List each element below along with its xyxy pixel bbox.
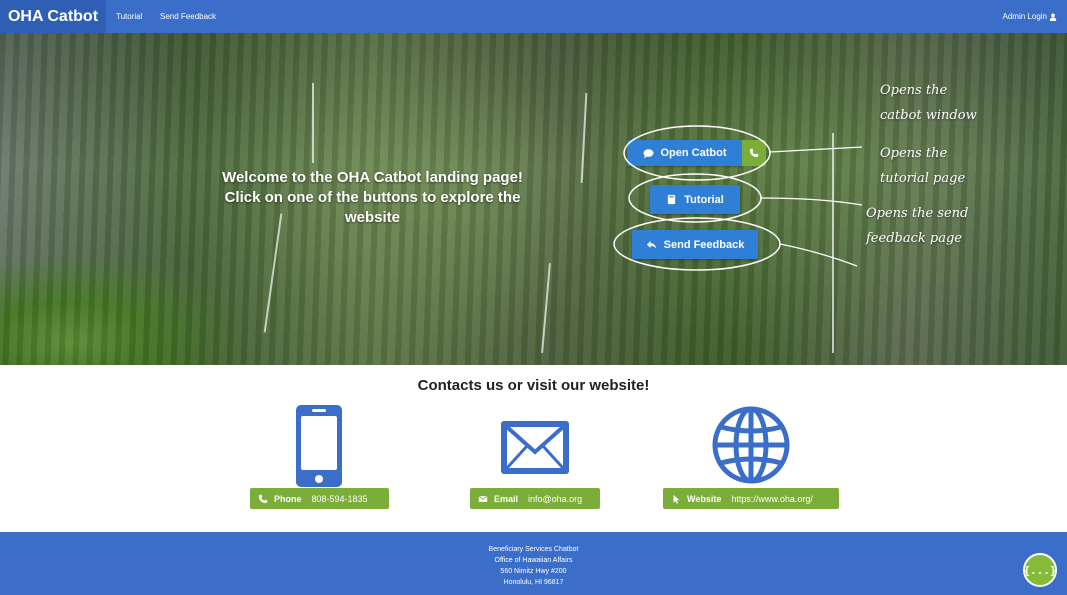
footer-line: Office of Hawaiian Affairs: [494, 557, 573, 564]
admin-login-link[interactable]: Admin Login: [1003, 0, 1057, 33]
waterfall-decoration: [263, 213, 283, 333]
waterfall-decoration: [580, 93, 588, 183]
send-feedback-button[interactable]: Send Feedback: [632, 230, 758, 259]
contact-label: Website: [687, 493, 722, 504]
contact-label: Email: [494, 493, 519, 504]
annotation-text: Opens the: [880, 83, 948, 98]
phone-icon: [296, 405, 342, 487]
chat-launcher-icon: {...}: [1023, 563, 1057, 577]
welcome-line: Welcome to the OHA Catbot landing page!: [222, 169, 523, 186]
book-icon: [668, 194, 676, 205]
contacts-heading: Contacts us or visit our website!: [417, 377, 650, 394]
envelope-icon: [478, 495, 488, 502]
open-catbot-button[interactable]: Open Catbot: [627, 140, 742, 166]
nav-link-send-feedback[interactable]: Send Feedback: [160, 0, 216, 33]
chat-launcher-button[interactable]: {...}: [1023, 553, 1057, 587]
footer-address: Beneficiary Services Chatbot Office of H…: [0, 544, 1067, 588]
annotation-feedback: Opens the send feedback page: [866, 201, 968, 251]
email-contact-button[interactable]: Email info@oha.org: [470, 488, 600, 509]
contact-value: https://www.oha.org/: [731, 493, 813, 504]
phone-contact-button[interactable]: Phone 808-594-1835: [250, 488, 389, 509]
brand-logo[interactable]: OHA Catbot: [0, 0, 106, 33]
nav-link-tutorial[interactable]: Tutorial: [116, 0, 142, 33]
phone-icon: [258, 494, 268, 503]
chat-bubble-icon: [642, 148, 654, 159]
tutorial-label: Tutorial: [684, 193, 724, 206]
welcome-line: Click on one of the buttons to explore t…: [224, 189, 521, 206]
annotation-text: Opens the send: [866, 206, 969, 221]
annotation-text: feedback page: [866, 231, 962, 246]
contact-value: 808-594-1835: [311, 493, 368, 504]
welcome-line: website: [344, 209, 401, 226]
navbar: OHA Catbot Tutorial Send Feedback Admin …: [0, 0, 1067, 33]
annotation-text: Opens the: [880, 146, 948, 161]
annotation-tutorial: Opens the tutorial page: [880, 141, 965, 191]
user-icon: [1049, 13, 1057, 21]
cursor-icon: [673, 494, 680, 504]
footer: Beneficiary Services Chatbot Office of H…: [0, 532, 1067, 595]
contact-label: Phone: [274, 493, 302, 504]
tutorial-button[interactable]: Tutorial: [650, 185, 740, 214]
footer-line: Beneficiary Services Chatbot: [488, 546, 579, 553]
website-contact-button[interactable]: Website https://www.oha.org/: [663, 488, 839, 509]
globe-icon: [712, 406, 790, 484]
open-catbot-label: Open Catbot: [660, 147, 727, 159]
welcome-message: Welcome to the OHA Catbot landing page! …: [205, 168, 540, 228]
envelope-icon: [501, 421, 569, 474]
annotation-catbot: Opens the catbot window: [880, 78, 977, 128]
footer-line: 560 Nimitz Hwy #200: [500, 568, 567, 575]
admin-login-label: Admin Login: [1002, 12, 1047, 21]
reply-icon: [646, 240, 656, 249]
waterfall-decoration: [832, 133, 834, 353]
send-feedback-label: Send Feedback: [663, 238, 745, 251]
phone-icon: [749, 148, 759, 158]
call-button[interactable]: [742, 140, 766, 166]
waterfall-decoration: [312, 83, 314, 163]
footer-line: Honolulu, HI 96817: [503, 579, 564, 586]
annotation-text: catbot window: [880, 108, 977, 123]
contact-value: info@oha.org: [528, 493, 583, 504]
annotation-text: tutorial page: [880, 171, 966, 186]
waterfall-decoration: [541, 263, 551, 353]
